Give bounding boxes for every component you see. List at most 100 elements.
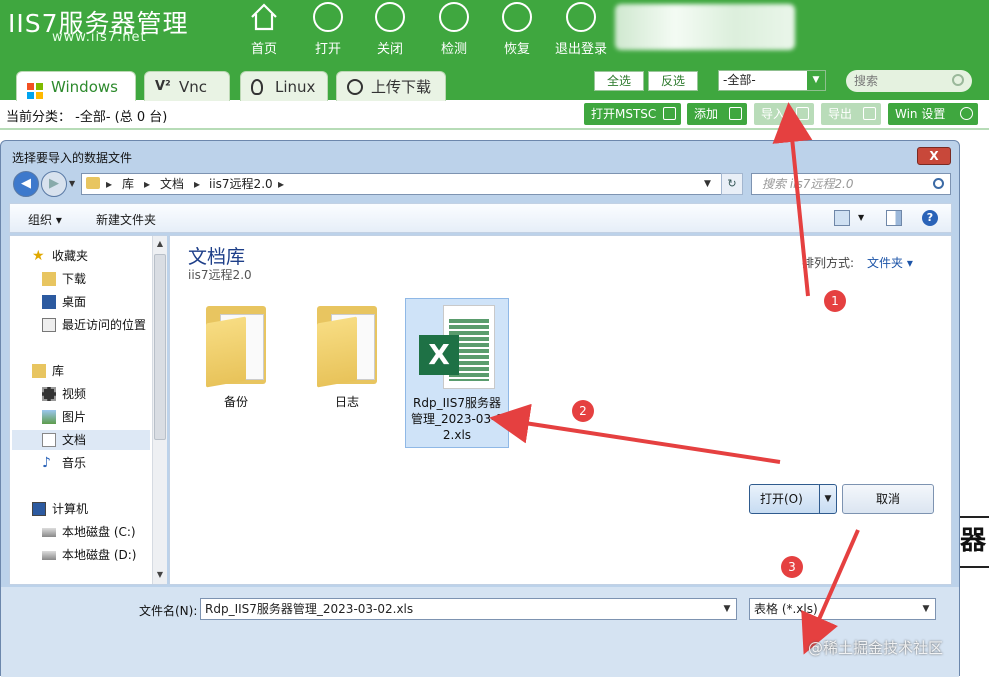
tab-upload-download[interactable]: 上传下载 bbox=[336, 71, 446, 101]
scroll-up-icon[interactable]: ▲ bbox=[155, 239, 165, 249]
picture-icon bbox=[42, 410, 56, 424]
nav-pictures[interactable]: 图片 bbox=[12, 407, 150, 427]
file-name-input[interactable]: Rdp_IIS7服务器管理_2023-03-02.xls ▼ bbox=[200, 598, 737, 620]
view-dropdown-icon[interactable]: ▼ bbox=[858, 213, 864, 222]
gear-icon bbox=[960, 107, 973, 120]
chevron-down-icon: ▼ bbox=[807, 71, 825, 90]
file-item-xls-selected[interactable]: X Rdp_IIS7服务器管理_2023-03-02.xls bbox=[405, 298, 509, 448]
breadcrumb-iis7[interactable]: iis7远程2.0 bbox=[209, 174, 273, 194]
file-name-label: 文件名(N): bbox=[139, 604, 198, 618]
category-select[interactable]: -全部- ▼ bbox=[718, 70, 826, 91]
organize-menu[interactable]: 组织 ▾ bbox=[28, 211, 62, 228]
nav-downloads[interactable]: 下载 bbox=[12, 269, 150, 289]
back-button[interactable]: ◀ bbox=[13, 171, 39, 197]
nav-favorites[interactable]: ★ 收藏夹 bbox=[12, 246, 150, 266]
recent-places-icon bbox=[42, 318, 56, 332]
preview-pane-icon[interactable] bbox=[886, 210, 902, 226]
document-icon bbox=[42, 433, 56, 447]
tab-vnc[interactable]: V² Vnc bbox=[144, 71, 230, 101]
transfer-icon bbox=[347, 79, 363, 95]
background-heading-fragment: 器 bbox=[960, 516, 989, 568]
excel-file-icon: X bbox=[419, 305, 495, 389]
search-input[interactable]: 搜索 bbox=[846, 70, 972, 92]
open-split-dropdown-icon[interactable]: ▼ bbox=[819, 484, 837, 514]
open-file-dialog: 选择要导入的数据文件 X ◀ ▶ ▼ ▸ 库 ▸ 文档 ▸ iis7远程2.0 … bbox=[0, 140, 960, 677]
video-icon bbox=[42, 387, 56, 401]
nav-close-button[interactable]: 关闭 bbox=[362, 0, 418, 57]
nav-videos[interactable]: 视频 bbox=[12, 384, 150, 404]
computer-icon bbox=[32, 502, 46, 516]
breadcrumb-libraries[interactable]: 库 bbox=[122, 174, 134, 194]
windows-icon bbox=[27, 79, 43, 99]
refresh-button[interactable]: ↻ bbox=[721, 173, 743, 195]
folder-icon bbox=[311, 298, 383, 388]
add-button[interactable]: 添加 bbox=[687, 103, 747, 125]
nav-open-button[interactable]: 打开 bbox=[300, 0, 356, 57]
folder-item[interactable]: 日志 bbox=[295, 298, 399, 410]
dialog-search-input[interactable]: 搜索 iis7远程2.0 bbox=[751, 173, 951, 195]
sort-dropdown[interactable]: 文件夹 ▾ bbox=[867, 254, 913, 271]
user-icon bbox=[566, 2, 596, 32]
nav-home-button[interactable]: 首页 bbox=[236, 0, 292, 57]
nav-computer[interactable]: 计算机 bbox=[12, 499, 150, 519]
linux-icon bbox=[251, 79, 263, 95]
step-2-badge: 2 bbox=[572, 400, 594, 422]
open-mstsc-button[interactable]: 打开MSTSC bbox=[584, 103, 681, 125]
category-status: 当前分类： -全部- (总 0 台) bbox=[6, 110, 168, 125]
app-header: IIS7服务器管理 www.iis7.net 首页 打开 关闭 检测 恢复 退出… bbox=[0, 0, 989, 101]
nav-disk-d[interactable]: 本地磁盘 (D:) bbox=[12, 545, 150, 565]
tab-windows[interactable]: Windows bbox=[16, 71, 136, 101]
export-button[interactable]: 导出 bbox=[821, 103, 881, 125]
import-button[interactable]: 导入 bbox=[754, 103, 814, 125]
select-all-button[interactable]: 全选 bbox=[594, 71, 644, 91]
address-dropdown-icon[interactable]: ▼ bbox=[704, 174, 711, 194]
vnc-icon: V² bbox=[155, 79, 171, 94]
nav-recent[interactable]: 最近访问的位置 bbox=[12, 315, 150, 335]
nav-desktop[interactable]: 桌面 bbox=[12, 292, 150, 312]
help-icon[interactable]: ? bbox=[922, 210, 938, 226]
invert-selection-button[interactable]: 反选 bbox=[648, 71, 698, 91]
new-folder-button[interactable]: 新建文件夹 bbox=[96, 211, 156, 228]
scroll-down-icon[interactable]: ▼ bbox=[155, 570, 165, 580]
cancel-button[interactable]: 取消 bbox=[842, 484, 934, 514]
step-1-badge: 1 bbox=[824, 290, 846, 312]
address-bar[interactable]: ▸ 库 ▸ 文档 ▸ iis7远程2.0 ▸ ▼ bbox=[81, 173, 741, 195]
file-type-select[interactable]: 表格 (*.xls) ▼ bbox=[749, 598, 936, 620]
forward-button[interactable]: ▶ bbox=[41, 171, 67, 197]
win-settings-button[interactable]: Win 设置 bbox=[888, 103, 978, 125]
nav-music[interactable]: ♪ 音乐 bbox=[12, 453, 150, 473]
nav-disk-c[interactable]: 本地磁盘 (C:) bbox=[12, 522, 150, 542]
scroll-thumb[interactable] bbox=[154, 254, 166, 440]
dialog-title: 选择要导入的数据文件 bbox=[12, 151, 133, 165]
desktop-icon bbox=[42, 295, 56, 309]
breadcrumb-documents[interactable]: 文档 bbox=[160, 174, 184, 194]
dialog-close-button[interactable]: X bbox=[917, 147, 951, 165]
nav-scrollbar[interactable]: ▲ ▼ bbox=[152, 236, 167, 584]
import-icon bbox=[796, 107, 809, 120]
sort-label: 排列方式: bbox=[802, 256, 855, 270]
library-icon bbox=[32, 364, 46, 378]
divider bbox=[0, 128, 989, 130]
home-icon bbox=[249, 2, 279, 32]
nav-documents[interactable]: 文档 bbox=[12, 430, 150, 450]
nav-logout-button[interactable]: 退出登录 bbox=[552, 0, 610, 57]
open-button[interactable]: 打开(O) bbox=[749, 484, 821, 514]
watermark: @稀土掘金技术社区 bbox=[808, 639, 944, 657]
folder-icon bbox=[86, 177, 100, 189]
recent-locations-chevron-icon[interactable]: ▼ bbox=[69, 179, 75, 188]
disk-icon bbox=[42, 528, 56, 537]
file-list-pane: 文档库 iis7远程2.0 排列方式: 文件夹 ▾ 备份 日志 X Rdp_II… bbox=[169, 235, 952, 585]
step-3-badge: 3 bbox=[781, 556, 803, 578]
chevron-down-icon[interactable]: ▼ bbox=[718, 599, 736, 619]
plus-icon bbox=[729, 107, 742, 120]
nav-libraries[interactable]: 库 bbox=[12, 361, 150, 381]
nav-check-button[interactable]: 检测 bbox=[426, 0, 482, 57]
tab-linux[interactable]: Linux bbox=[240, 71, 328, 101]
folder-item[interactable]: 备份 bbox=[184, 298, 288, 410]
view-icon[interactable] bbox=[834, 210, 850, 226]
library-subtitle: iis7远程2.0 bbox=[188, 268, 252, 282]
navigation-pane: ★ 收藏夹 下载 桌面 最近访问的位置 库 视频 图片 文档 ♪ 音乐 计算机 本地… bbox=[9, 235, 167, 585]
blurred-account-info bbox=[615, 4, 795, 50]
radar-icon bbox=[439, 2, 469, 32]
nav-restore-button[interactable]: 恢复 bbox=[489, 0, 545, 57]
